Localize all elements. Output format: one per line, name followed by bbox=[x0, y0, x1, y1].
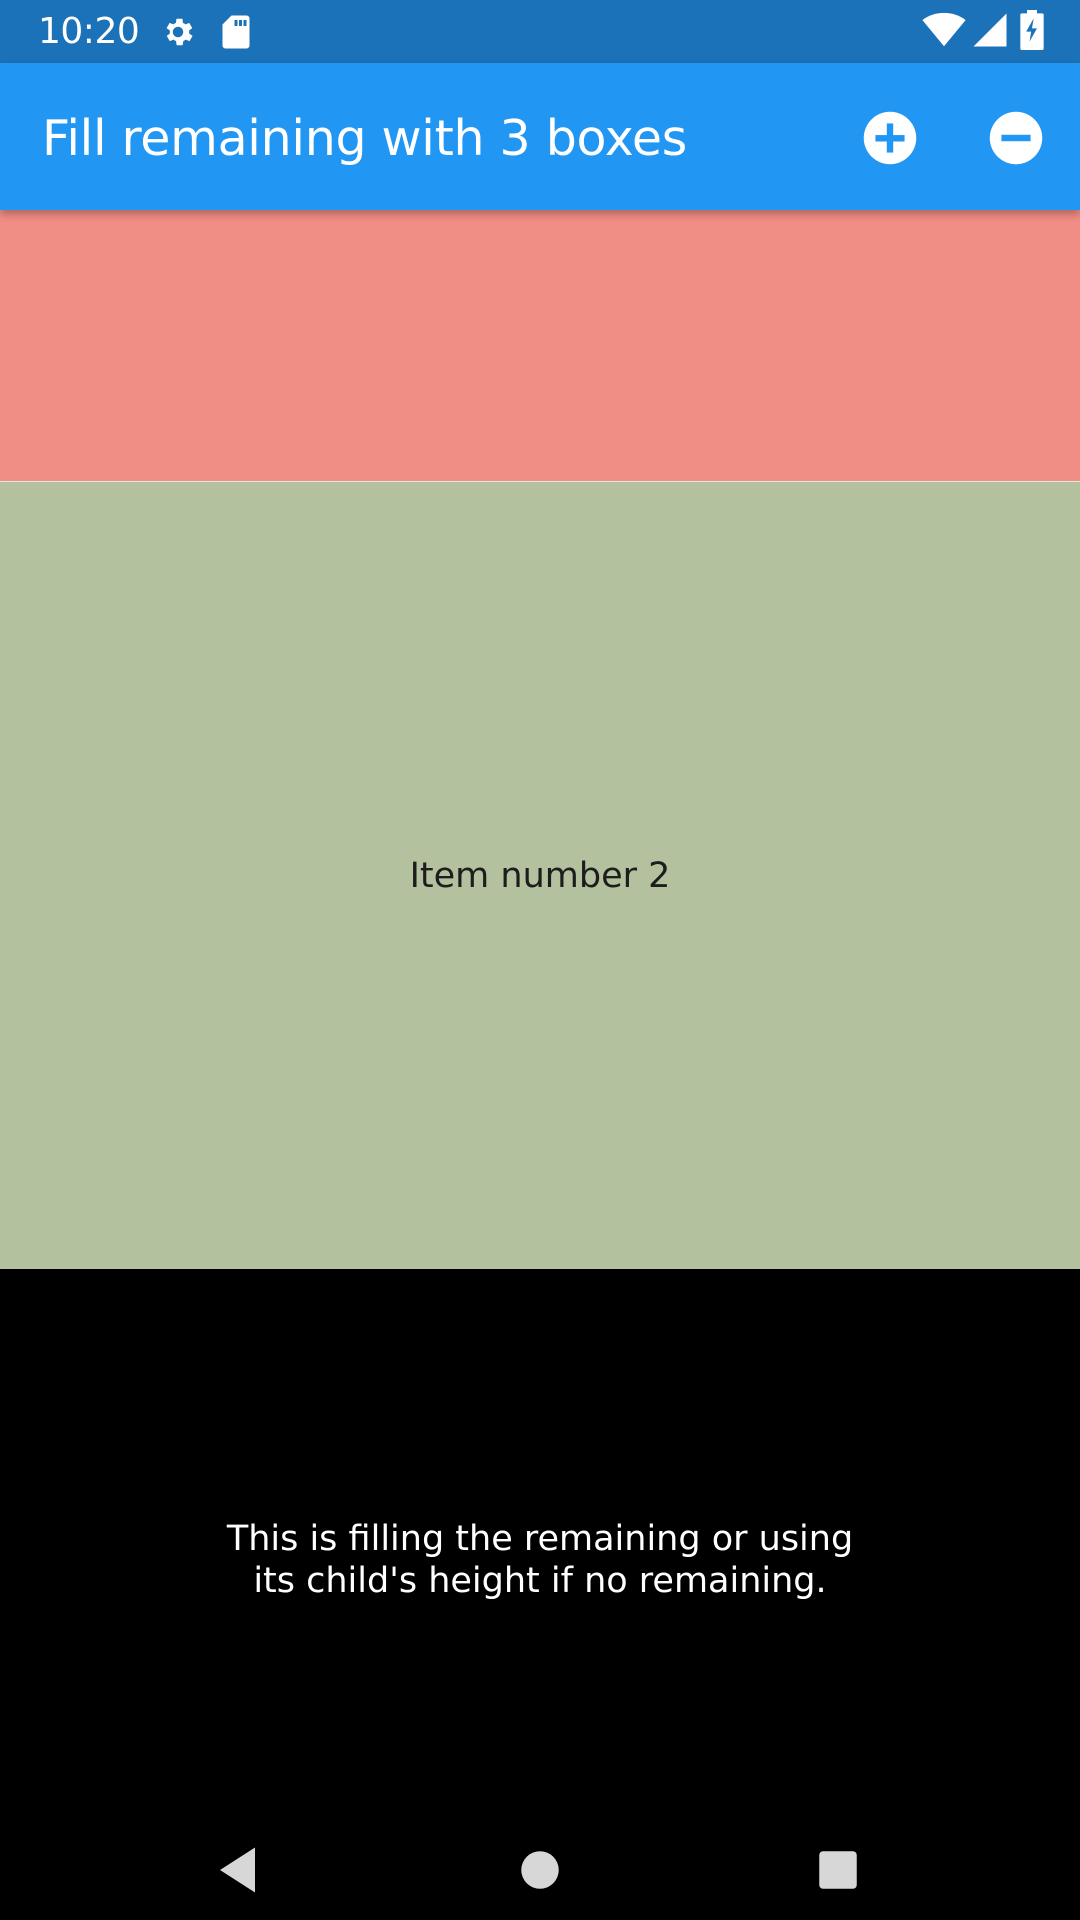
recents-button[interactable] bbox=[808, 1840, 868, 1900]
battery-charging-icon bbox=[1020, 10, 1044, 55]
gear-icon bbox=[160, 14, 196, 55]
back-icon bbox=[220, 1847, 255, 1893]
box-1 bbox=[0, 210, 1080, 481]
remove-button[interactable] bbox=[981, 103, 1051, 173]
page-title: Fill remaining with 3 boxes bbox=[42, 110, 687, 167]
app-screen: 10:20 Fill remaining with 3 boxes Item n… bbox=[0, 0, 1080, 1920]
remove-circle-icon bbox=[989, 111, 1043, 165]
cellular-signal-icon bbox=[972, 12, 1008, 53]
wifi-icon bbox=[922, 12, 966, 53]
box-2: Item number 2 bbox=[0, 481, 1080, 1269]
add-circle-icon bbox=[863, 111, 917, 165]
navigation-bar bbox=[0, 1820, 1080, 1920]
app-bar: Fill remaining with 3 boxes bbox=[0, 63, 1080, 210]
back-button[interactable] bbox=[210, 1840, 270, 1900]
home-button[interactable] bbox=[510, 1840, 570, 1900]
box-3: This is filling the remaining or using i… bbox=[0, 1269, 1080, 1820]
recents-icon bbox=[819, 1851, 857, 1889]
status-bar: 10:20 bbox=[0, 0, 1080, 63]
box-2-label: Item number 2 bbox=[409, 855, 671, 896]
home-icon bbox=[521, 1851, 559, 1889]
sd-card-icon bbox=[220, 14, 252, 55]
add-button[interactable] bbox=[855, 103, 925, 173]
status-time: 10:20 bbox=[38, 11, 140, 52]
box-3-label: This is filling the remaining or using i… bbox=[226, 1518, 854, 1601]
